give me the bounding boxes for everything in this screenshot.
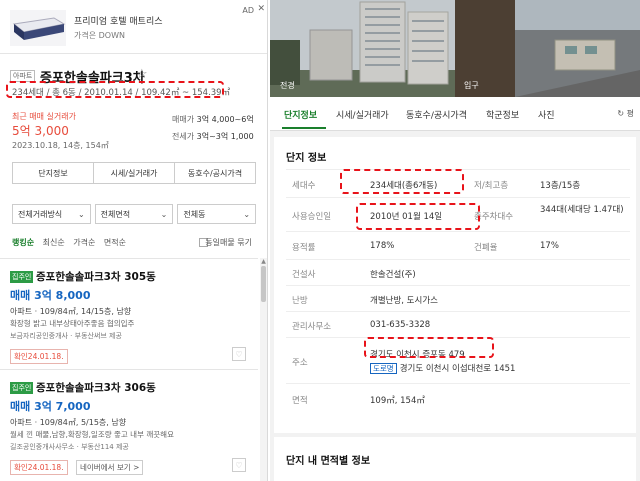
ad-subtitle: 가격은 DOWN	[74, 31, 125, 40]
listing-spec: 아파트 · 109/84㎡, 14/15층, 남향	[10, 307, 132, 316]
recent-date: 2023.10.18, 14층, 154㎡	[12, 141, 109, 150]
tab-price[interactable]: 시세/실거래가	[336, 108, 389, 121]
listing-spec: 아파트 · 109/84㎡, 5/15층, 남향	[10, 418, 127, 427]
confirm-date-badge: 확인24.01.18.	[10, 460, 68, 475]
chevron-down-icon: ⌄	[160, 209, 168, 219]
info-row-heating: 난방 개별난방, 도시가스	[286, 285, 630, 311]
building-select[interactable]: 전체동 ⌄	[177, 204, 257, 224]
detail-tabs: 단지정보 시세/실거래가 동호수/공시가격 학군정보 사진 ↻ 평	[270, 97, 640, 131]
info-row-area: 면적 109㎡, 154㎡	[286, 383, 630, 411]
chevron-down-icon: ⌄	[243, 209, 251, 219]
listing-agent: 길조공인중개사사무소 · 부동산114 제공	[10, 443, 129, 451]
listing-agent: 보금자리공인중개사 · 부동산써브 제공	[10, 332, 122, 340]
tab-complex-info[interactable]: 단지정보	[284, 108, 317, 121]
view-on-naver-link[interactable]: 네이버에서 보기 >	[76, 460, 144, 475]
active-tab-indicator	[282, 127, 326, 129]
complex-name: 증포한솔솔파크3차	[40, 71, 145, 86]
info-row-households: 세대수 234세대(총6개동) 저/최고층 13층/15층	[286, 169, 630, 197]
listing-price: 매매 3억 8,000	[10, 289, 91, 302]
ad-banner[interactable]: 프리미엄 호텔 매트리스 가격은 DOWN AD ✕	[0, 0, 267, 54]
area-info-card: 단지 내 면적별 정보	[274, 437, 636, 481]
info-row-office: 관리사무소 031-635-3328	[286, 311, 630, 337]
photo-label-entrance: 입구	[464, 81, 479, 90]
complex-photo-entrance[interactable]	[455, 0, 640, 97]
tab-unit-price[interactable]: 동호수/공시가격	[406, 108, 467, 121]
tab-complex-info[interactable]: 단지정보	[13, 163, 94, 183]
mattress-ad-image	[10, 10, 66, 46]
area-select[interactable]: 전체면적 ⌄	[94, 204, 174, 224]
photo-label-exterior: 전경	[280, 81, 295, 90]
chevron-down-icon: ⌄	[77, 209, 85, 219]
photo-strip: 전경 입구	[270, 0, 640, 97]
scrollbar[interactable]: ▲	[260, 258, 267, 481]
list-item[interactable]: 집주인 증포한솔솔파크3차 305동 매매 3억 8,000 아파트 · 109…	[0, 258, 258, 368]
listing-title[interactable]: 증포한솔솔파크3차 306동	[36, 380, 156, 395]
listing-desc: 확장형 밝고 내부상태아주좋음 협의입주	[10, 319, 135, 328]
tab-unit-price[interactable]: 동호수/공시가격	[175, 163, 255, 183]
confirm-date-badge: 확인24.01.18.	[10, 349, 68, 364]
scroll-thumb[interactable]	[261, 266, 266, 302]
listing-panel: 프리미엄 호텔 매트리스 가격은 DOWN AD ✕ 아파트 증포한솔솔파크3차…	[0, 0, 268, 481]
property-type-tag: 아파트	[10, 70, 36, 82]
group-listings-label: 동일매물 묶기	[205, 238, 252, 247]
left-tabs: 단지정보 시세/실거래가 동호수/공시가격	[12, 162, 256, 184]
listing-price: 매매 3억 7,000	[10, 400, 91, 413]
tab-photos[interactable]: 사진	[538, 108, 555, 121]
ad-badge: AD	[242, 6, 254, 15]
ad-title[interactable]: 프리미엄 호텔 매트리스	[74, 14, 163, 27]
info-row-builder: 건설사 한솔건설(주)	[286, 259, 630, 285]
jeonse-price-range: 전세가 3억~3억 1,000	[172, 132, 254, 141]
listing-desc: 월세 낀 매물,남향,확장형,일조량 좋고 내부 깨끗해요	[10, 430, 174, 439]
complex-photo-exterior[interactable]	[270, 0, 455, 97]
scroll-up-icon[interactable]: ▲	[260, 258, 267, 265]
refresh-icon: ↻	[617, 109, 625, 118]
info-row-address: 주소 경기도 이천시 증포동 479 도로명 경기도 이천시 이섭대천로 1451	[286, 337, 630, 383]
section-title: 단지 정보	[286, 153, 327, 164]
section-title: 단지 내 면적별 정보	[286, 456, 371, 467]
listing-title[interactable]: 증포한솔솔파크3차 305동	[36, 269, 156, 284]
list-item[interactable]: 집주인 증포한솔솔파크3차 306동 매매 3억 7,000 아파트 · 109…	[0, 369, 258, 479]
filter-row: 전체거래방식 ⌄ 전체면적 ⌄ 전체동 ⌄	[12, 204, 257, 224]
sort-area[interactable]: 면적순	[104, 238, 126, 247]
detail-panel: 전경 입구 단지정보 시세/실거래가 동호수/공시가격 학군정보 사진 ↻ 평 …	[270, 0, 640, 481]
sort-latest[interactable]: 최신순	[43, 238, 65, 247]
sale-price-range: 매매가 3억 4,000~6억	[172, 115, 254, 124]
sort-price[interactable]: 가격순	[73, 238, 95, 247]
complex-info: 234세대 / 총 6동 / 2010.01.14 / 109.42㎡ ~ 15…	[12, 88, 231, 98]
sort-ranking[interactable]: 랭킹순	[12, 238, 34, 247]
heart-icon[interactable]: ♡	[232, 458, 246, 472]
close-icon[interactable]: ✕	[257, 4, 265, 14]
heart-icon[interactable]: ♡	[232, 347, 246, 361]
tab-price[interactable]: 시세/실거래가	[94, 163, 175, 183]
star-icon[interactable]: ☆	[136, 67, 148, 82]
info-row-ratio: 용적률 178% 건폐율 17%	[286, 231, 630, 259]
sort-row: 랭킹순 최신순 가격순 면적순 동일매물 묶기	[12, 237, 260, 249]
road-name-tag: 도로명	[370, 363, 397, 374]
recent-price: 5억 3,000	[12, 124, 69, 138]
owner-badge: 집주인	[10, 382, 34, 394]
refresh-button[interactable]: ↻ 평	[617, 108, 634, 119]
owner-badge: 집주인	[10, 271, 34, 283]
tab-school[interactable]: 학군정보	[486, 108, 519, 121]
info-row-approval: 사용승인일 2010년 01월 14일 총주차대수 344대(세대당 1.47대…	[286, 197, 630, 231]
recent-price-label: 최근 매매 실거래가	[12, 112, 76, 121]
complex-info-card: 단지 정보 세대수 234세대(총6개동) 저/최고층 13층/15층 사용승인…	[274, 137, 636, 433]
trade-type-select[interactable]: 전체거래방식 ⌄	[12, 204, 91, 224]
